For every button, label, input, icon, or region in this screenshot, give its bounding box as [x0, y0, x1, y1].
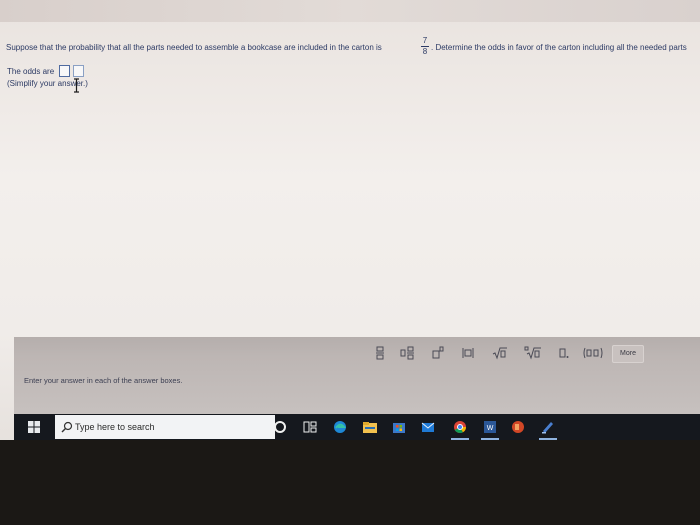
cortana-icon[interactable]: [272, 419, 288, 435]
taskbar-search[interactable]: Type here to search: [55, 415, 275, 439]
square-root-tool-icon[interactable]: [492, 345, 508, 361]
decimal-tool-icon[interactable]: [558, 345, 570, 361]
windows-start-icon[interactable]: [28, 421, 40, 433]
word-icon[interactable]: W: [482, 419, 498, 435]
notes-icon[interactable]: [540, 419, 556, 435]
taskbar: Type here to search W: [14, 414, 700, 440]
mixed-fraction-tool-icon[interactable]: [400, 345, 416, 361]
search-placeholder: Type here to search: [75, 422, 155, 432]
fraction-tool-icon[interactable]: [374, 345, 386, 361]
absolute-value-tool-icon[interactable]: [461, 345, 475, 361]
question-text: Suppose that the probability that all th…: [6, 36, 700, 56]
top-bar: [0, 0, 700, 22]
math-toolbar: More: [14, 337, 700, 369]
answer-box-1[interactable]: [59, 65, 70, 77]
status-text: Enter your answer in each of the answer …: [24, 376, 183, 385]
monitor-bezel: [0, 440, 700, 525]
file-explorer-icon[interactable]: [362, 419, 378, 435]
svg-text:W: W: [487, 425, 494, 432]
more-button[interactable]: More: [612, 345, 644, 363]
edge-icon[interactable]: [332, 419, 348, 435]
search-icon: [61, 421, 73, 433]
answer-box-2[interactable]: [73, 65, 84, 77]
mail-icon[interactable]: [420, 419, 436, 435]
probability-fraction: 7 8: [420, 36, 430, 56]
fraction-numerator: 7: [422, 36, 428, 45]
answer-label: The odds are: [7, 67, 55, 76]
bottom-panel: More Enter your answer in each of the an…: [14, 337, 700, 417]
question-text-before: Suppose that the probability that all th…: [6, 43, 382, 52]
task-view-icon[interactable]: [302, 419, 318, 435]
question-text-after: . Determine the odds in favor of the car…: [431, 43, 687, 52]
fraction-denominator: 8: [422, 47, 428, 56]
chrome-icon[interactable]: [452, 419, 468, 435]
exponent-tool-icon[interactable]: [431, 345, 445, 361]
powerpoint-icon[interactable]: [510, 419, 526, 435]
ordered-pair-tool-icon[interactable]: [582, 345, 604, 361]
text-cursor-icon: [74, 78, 79, 93]
nth-root-tool-icon[interactable]: [524, 345, 542, 361]
browser-window: Suppose that the probability that all th…: [0, 0, 700, 445]
store-icon[interactable]: [391, 419, 407, 435]
